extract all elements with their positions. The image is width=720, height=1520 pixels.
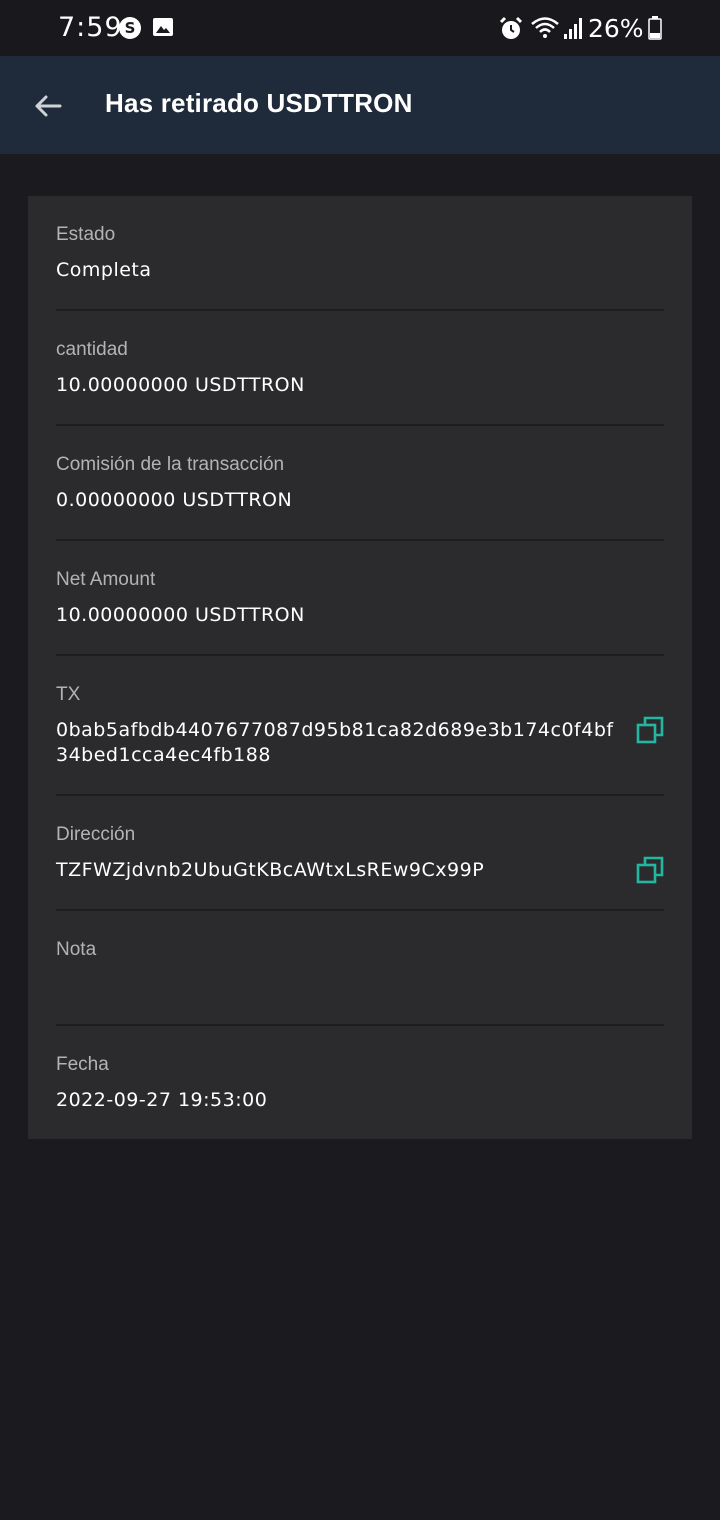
transaction-details-card: Estado Completa cantidad 10.00000000 USD… [28,196,692,1139]
direccion-label: Dirección [56,824,136,845]
direccion-value: TZFWZjdvnb2UbuGtKBcAWtxLsREw9Cx99P [56,859,485,881]
wifi-icon [530,16,560,45]
tx-label: TX [56,684,81,705]
battery-percent: 26% [588,14,644,43]
back-button[interactable] [26,84,70,128]
svg-text:S: S [125,19,136,37]
cantidad-label: cantidad [56,339,128,360]
detail-row-nota: Nota [56,911,664,1026]
detail-row-fecha: Fecha 2022-09-27 19:53:00 [56,1026,664,1139]
nota-label: Nota [56,939,97,960]
copy-tx-button[interactable] [636,716,664,744]
fecha-value: 2022-09-27 19:53:00 [56,1089,268,1111]
app-bar: Has retirado USDTTRON [0,56,720,154]
detail-row-estado: Estado Completa [56,196,664,311]
signal-icon [563,16,585,45]
image-icon [152,16,174,43]
skype-icon: S [118,16,142,45]
detail-row-tx: TX 0bab5afbdb4407677087d95b81ca82d689e3b… [56,656,664,796]
detail-row-net-amount: Net Amount 10.00000000 USDTTRON [56,541,664,656]
estado-value: Completa [56,259,152,281]
alarm-icon [498,16,524,47]
comision-label: Comisión de la transacción [56,454,285,475]
detail-row-comision: Comisión de la transacción 0.00000000 US… [56,426,664,541]
status-bar: 7:59 S 26% [0,0,720,56]
battery-icon [648,16,662,45]
tx-value: 0bab5afbdb4407677087d95b81ca82d689e3b174… [56,719,614,766]
status-time: 7:59 [58,12,123,43]
detail-row-direccion: Dirección TZFWZjdvnb2UbuGtKBcAWtxLsREw9C… [56,796,664,911]
estado-label: Estado [56,224,116,245]
cantidad-value: 10.00000000 USDTTRON [56,374,305,396]
fecha-label: Fecha [56,1054,109,1075]
comision-value: 0.00000000 USDTTRON [56,489,293,511]
arrow-left-icon [35,95,62,117]
copy-icon [636,856,664,884]
net-amount-value: 10.00000000 USDTTRON [56,604,305,626]
copy-icon [636,716,664,744]
page-title: Has retirado USDTTRON [105,88,413,118]
copy-address-button[interactable] [636,856,664,884]
net-amount-label: Net Amount [56,569,156,590]
detail-row-cantidad: cantidad 10.00000000 USDTTRON [56,311,664,426]
